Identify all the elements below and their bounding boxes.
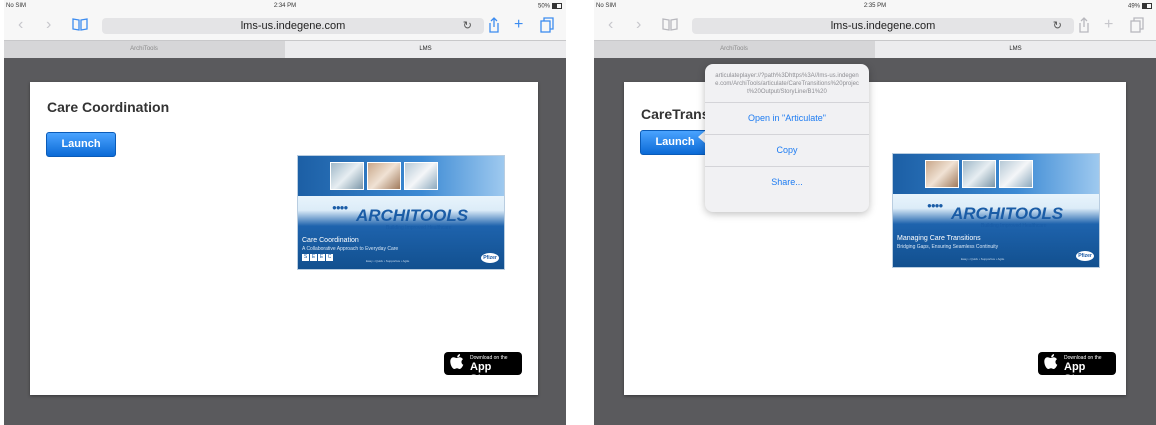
app-store-badge[interactable]: Download on the App Store	[444, 352, 522, 385]
thumbnail-footer: Easy • Quick • Supportive • Agile	[366, 259, 410, 263]
back-icon[interactable]: ‹	[608, 17, 613, 33]
address-bar[interactable]: lms-us.indegene.com ↻	[102, 18, 484, 34]
share-icon[interactable]	[488, 17, 500, 36]
popover-link-url: articulateplayer://?path%3Dhttps%3A//lms…	[715, 73, 859, 95]
page-background: CareTrans Launch ●●●● ARCHITOOLS Buildin…	[594, 58, 1156, 425]
tab-architools[interactable]: ArchiTools	[4, 41, 284, 58]
battery-icon	[552, 3, 562, 9]
pfizer-logo: Pfizer	[1076, 251, 1094, 261]
forward-icon[interactable]: ›	[636, 17, 641, 33]
app-store-text: App Store	[1064, 361, 1093, 385]
copy-option[interactable]: Copy	[705, 134, 869, 166]
tab-label: LMS	[1009, 46, 1022, 52]
back-icon[interactable]: ‹	[18, 17, 23, 33]
thumbnail-photo	[330, 162, 364, 190]
tab-lms[interactable]: LMS	[875, 41, 1156, 58]
seec-tile: C	[326, 254, 333, 261]
tabs-overview-icon[interactable]	[540, 17, 554, 37]
open-in-articulate-option[interactable]: Open in "Articulate"	[705, 102, 869, 134]
apple-icon	[450, 353, 464, 375]
ipad-screen-left: No SIM 2:34 PM 50% ‹ › lms-us.indegene.c…	[4, 0, 566, 425]
thumbnail-tagline: Building Improved Healthcare	[386, 225, 452, 231]
apple-icon	[1044, 353, 1058, 375]
browser-toolbar: ‹ › lms-us.indegene.com ↻ +	[4, 12, 566, 40]
course-card: CareTrans Launch ●●●● ARCHITOOLS Buildin…	[624, 82, 1126, 395]
forward-icon[interactable]: ›	[46, 17, 51, 33]
thumbnail-photos	[330, 162, 438, 190]
bookmarks-icon[interactable]	[662, 17, 678, 34]
pfizer-logo: Pfizer	[481, 253, 499, 263]
battery-percent: 50%	[537, 3, 550, 10]
tabs-overview-icon[interactable]	[1130, 17, 1144, 37]
thumbnail-photo	[999, 160, 1033, 188]
thumbnail-tagline: Building Improved Healthcare	[981, 223, 1047, 229]
battery-percent: 49%	[1127, 3, 1140, 10]
course-title: Care Coordination	[47, 99, 170, 115]
thumbnail-photo	[925, 160, 959, 188]
thumbnail-photo	[367, 162, 401, 190]
tab-label: ArchiTools	[720, 46, 748, 52]
status-time: 2:35 PM	[863, 3, 887, 9]
page-background: Care Coordination Launch ●●●● ARCHITOOLS…	[4, 58, 566, 425]
battery-indicator: 49%	[1128, 3, 1152, 10]
architools-logo-icon: ●●●●	[332, 203, 348, 212]
tab-architools[interactable]: ArchiTools	[594, 41, 874, 58]
seec-tile: E	[318, 254, 325, 261]
new-tab-icon[interactable]: +	[514, 17, 523, 33]
app-store-badge[interactable]: Download on the App Store	[1038, 352, 1116, 385]
course-card: Care Coordination Launch ●●●● ARCHITOOLS…	[30, 82, 538, 395]
share-icon[interactable]	[1078, 17, 1090, 36]
app-store-text: App Store	[470, 361, 499, 385]
tab-bar: ArchiTools ⊗ LMS	[4, 40, 566, 59]
browser-toolbar: ‹ › lms-us.indegene.com ↻ +	[594, 12, 1156, 40]
thumbnail-subtitle-2: A Collaborative Approach to Everyday Car…	[302, 246, 399, 252]
battery-icon	[1142, 3, 1152, 9]
share-option[interactable]: Share...	[705, 166, 869, 198]
thumbnail-photos	[925, 160, 1033, 188]
seec-tiles: S E E C	[302, 254, 333, 261]
launch-button[interactable]: Launch	[46, 132, 116, 157]
seec-tile: S	[302, 254, 309, 261]
address-bar-url: lms-us.indegene.com	[240, 20, 346, 32]
address-bar[interactable]: lms-us.indegene.com ↻	[692, 18, 1074, 34]
course-thumbnail[interactable]: ●●●● ARCHITOOLS Building Improved Health…	[297, 155, 505, 270]
course-thumbnail[interactable]: ●●●● ARCHITOOLS Building Improved Health…	[892, 153, 1100, 268]
thumbnail-brand: ARCHITOOLS	[356, 206, 469, 225]
battery-indicator: 50%	[538, 3, 562, 10]
reload-icon[interactable]: ↻	[463, 18, 472, 34]
status-bar: No SIM 2:35 PM 49%	[594, 0, 1156, 12]
thumbnail-footer: Easy • Quick • Supportive • Agile	[961, 257, 1005, 261]
link-action-popover: articulateplayer://?path%3Dhttps%3A//lms…	[705, 64, 869, 212]
thumbnail-subtitle-2: Bridging Gaps, Ensuring Seamless Continu…	[897, 244, 999, 250]
course-title: CareTrans	[641, 106, 710, 122]
tab-lms[interactable]: LMS	[285, 41, 566, 58]
thumbnail-brand: ARCHITOOLS	[951, 204, 1064, 223]
tab-label: LMS	[419, 46, 432, 52]
new-tab-icon[interactable]: +	[1104, 17, 1113, 33]
thumbnail-photo	[962, 160, 996, 188]
thumbnail-subtitle: Care Coordination	[302, 237, 359, 244]
tab-label: ArchiTools	[130, 46, 158, 52]
seec-tile: E	[310, 254, 317, 261]
architools-logo-icon: ●●●●	[927, 201, 943, 210]
thumbnail-subtitle: Managing Care Transitions	[897, 235, 981, 242]
reload-icon[interactable]: ↻	[1053, 18, 1062, 34]
thumbnail-photo	[404, 162, 438, 190]
status-time: 2:34 PM	[273, 3, 297, 9]
address-bar-url: lms-us.indegene.com	[830, 20, 936, 32]
status-bar: No SIM 2:34 PM 50%	[4, 0, 566, 12]
bookmarks-icon[interactable]	[72, 17, 88, 34]
ipad-screen-right: No SIM 2:35 PM 49% ‹ › lms-us.indegene.c…	[594, 0, 1156, 425]
tab-bar: ArchiTools ⊗ LMS	[594, 40, 1156, 59]
popover-arrow	[698, 131, 705, 143]
